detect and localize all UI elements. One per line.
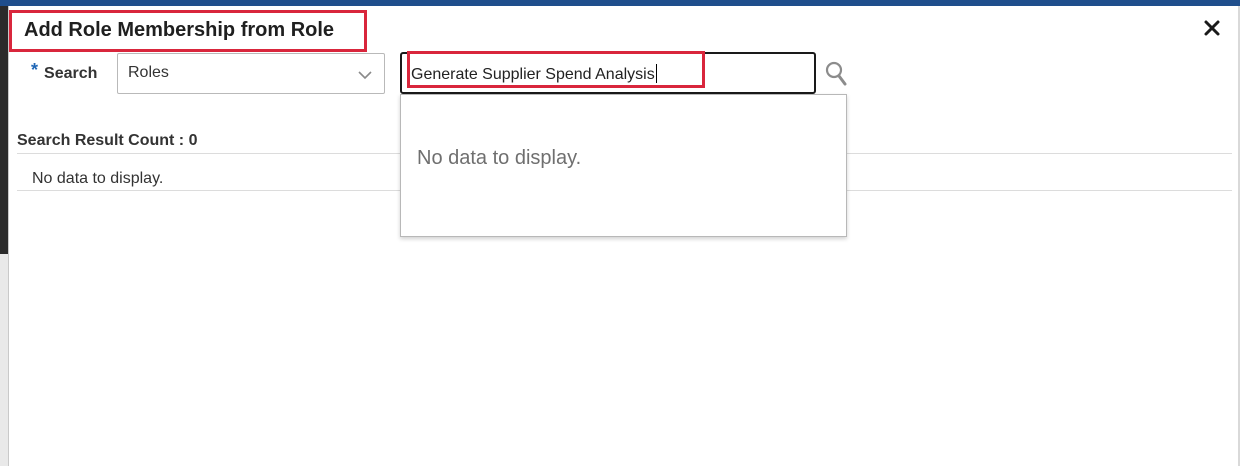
dialog-title: Add Role Membership from Role <box>9 10 367 52</box>
close-icon[interactable] <box>1200 16 1224 40</box>
search-icon[interactable] <box>824 60 850 88</box>
add-role-membership-dialog: Add Role Membership from Role * Search Ro… <box>8 6 1238 466</box>
search-input[interactable]: Generate Supplier Spend Analysis <box>400 52 816 94</box>
search-suggestions-dropdown: No data to display. <box>400 94 847 237</box>
search-input-value: Generate Supplier Spend Analysis <box>411 64 657 84</box>
required-marker: * <box>31 60 39 80</box>
text-caret <box>655 64 657 83</box>
search-type-selected-value: Roles <box>128 64 169 81</box>
dropdown-empty-message: No data to display. <box>417 147 582 169</box>
chevron-down-icon <box>356 66 374 84</box>
search-label-text: Search <box>44 65 98 82</box>
results-empty-message: No data to display. <box>32 170 164 187</box>
search-input-text: Generate Supplier Spend Analysis <box>411 66 655 83</box>
search-label: * Search <box>31 60 98 86</box>
search-type-select[interactable]: Roles <box>117 53 385 94</box>
search-result-count: Search Result Count : 0 <box>17 132 198 149</box>
background-page-dark-region <box>0 6 8 254</box>
